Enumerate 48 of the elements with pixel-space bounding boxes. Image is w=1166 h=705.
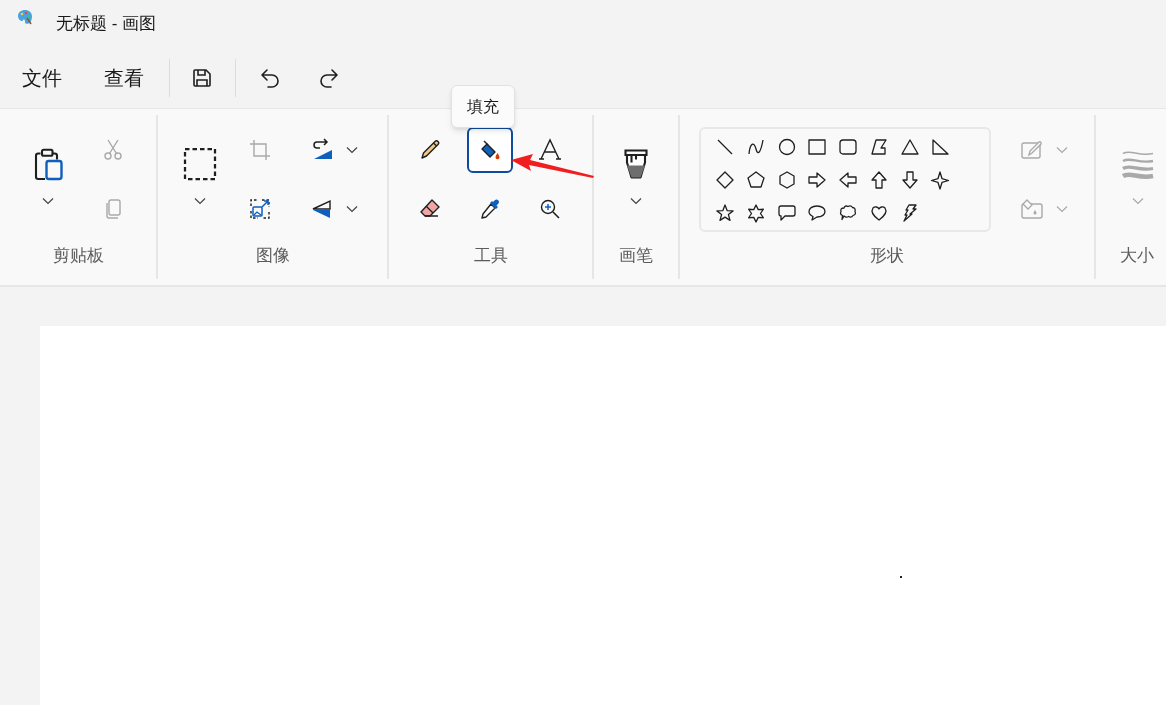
shape-fill-icon xyxy=(1020,197,1044,221)
pencil-icon xyxy=(418,138,442,162)
zoom-in-icon xyxy=(538,197,562,221)
dashed-rectangle-icon xyxy=(182,146,218,182)
menu-item[interactable]: 查看 xyxy=(94,58,154,98)
group-label: 图像 xyxy=(255,245,290,267)
chevron-down-icon xyxy=(1056,205,1068,213)
eyedropper-icon xyxy=(478,197,502,221)
diamond-shape-icon[interactable] xyxy=(715,169,735,190)
chevron-down-icon xyxy=(346,205,358,213)
rectangle-shape-icon[interactable] xyxy=(807,136,828,157)
chevron-down-icon xyxy=(42,197,54,205)
group-label: 剪贴板 xyxy=(52,245,104,267)
flip-icon xyxy=(310,197,334,221)
text-icon xyxy=(538,138,562,162)
cloud-callout-shape-icon[interactable] xyxy=(838,202,858,223)
chevron-down-icon xyxy=(346,146,358,154)
chevron-down-icon xyxy=(194,197,206,205)
redo-icon xyxy=(317,66,341,90)
group-label: 工具 xyxy=(473,245,508,267)
group-label: 画笔 xyxy=(619,245,653,267)
chevron-down-icon xyxy=(1056,146,1068,154)
oval-callout-shape-icon[interactable] xyxy=(807,202,828,223)
five-point-star-shape-icon[interactable] xyxy=(715,202,735,223)
menu-item[interactable]: 文件 xyxy=(12,58,72,98)
shape-outline-icon xyxy=(1020,138,1044,162)
tool-button[interactable] xyxy=(467,127,513,173)
four-point-star-shape-icon[interactable] xyxy=(930,169,951,190)
rectangular-callout-shape-icon[interactable] xyxy=(776,202,797,223)
hexagon-shape-icon[interactable] xyxy=(776,169,797,190)
save-icon xyxy=(190,66,214,90)
paint-palette-icon xyxy=(17,9,33,25)
group-label: 大小 xyxy=(1120,245,1154,267)
crop-icon xyxy=(248,138,272,162)
tooltip: 填充 xyxy=(451,85,515,128)
scissors-icon xyxy=(101,138,125,162)
chevron-down-icon xyxy=(1132,197,1144,205)
rounded-rectangle-shape-icon[interactable] xyxy=(838,136,858,157)
six-point-star-shape-icon[interactable] xyxy=(745,202,766,223)
group-label: 形状 xyxy=(870,245,904,267)
oval-shape-icon[interactable] xyxy=(776,136,797,157)
undo-icon xyxy=(258,66,282,90)
window-title: 无标题 - 画图 xyxy=(56,13,157,36)
polygon-shape-icon[interactable] xyxy=(868,136,889,157)
rotate-icon xyxy=(310,138,334,162)
pentagon-shape-icon[interactable] xyxy=(745,169,766,190)
chevron-down-icon xyxy=(630,197,642,205)
resize-icon xyxy=(248,197,272,221)
